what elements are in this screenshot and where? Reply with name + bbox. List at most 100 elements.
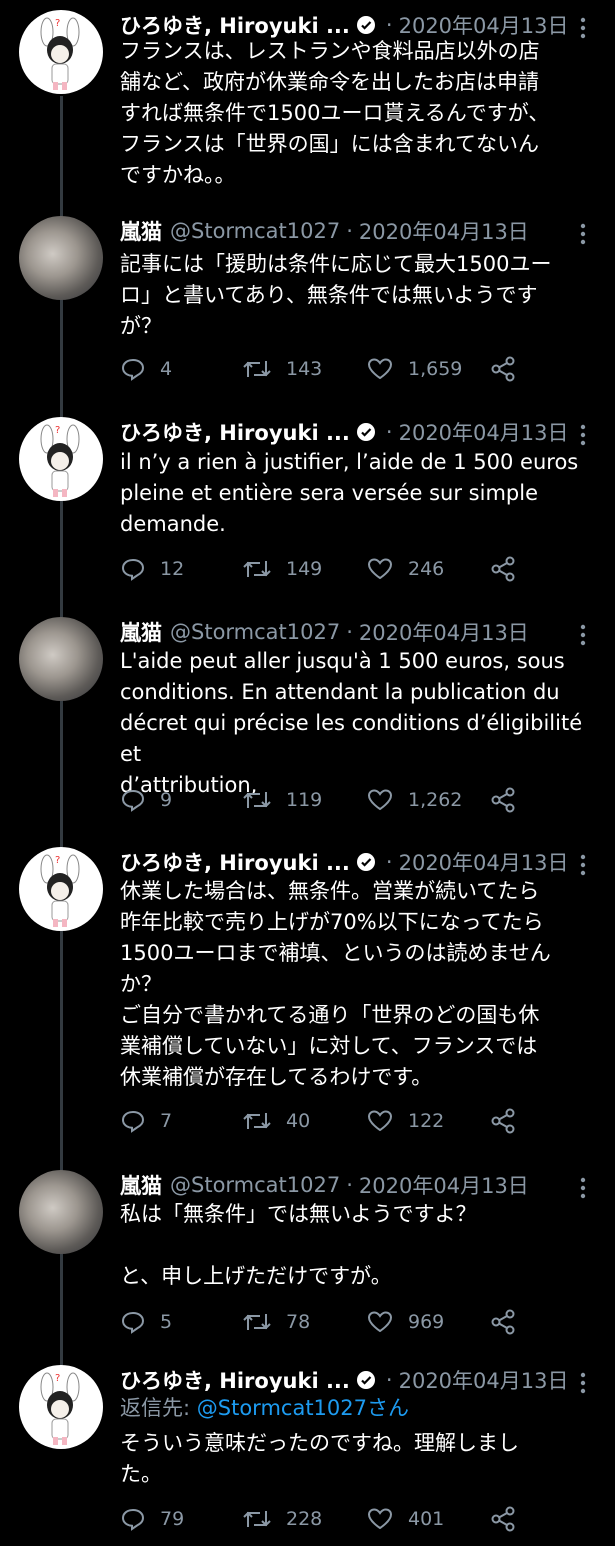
tweet-actions: 9 119 1,262	[120, 785, 540, 815]
tweet-text: 記事には「援助は条件に応じて最大1500ユー ロ」と書いてあり、無条件では無いよ…	[120, 252, 552, 338]
avatar[interactable]: ?	[19, 1365, 103, 1449]
avatar[interactable]	[19, 1170, 103, 1254]
reply-count: 9	[160, 789, 173, 811]
like-count: 401	[408, 1508, 445, 1530]
separator-dot: ·	[385, 420, 393, 444]
avatar[interactable]	[19, 216, 103, 300]
retweet-icon	[243, 1113, 271, 1129]
reply-count: 5	[160, 1311, 173, 1333]
retweet-button[interactable]: 119	[242, 785, 322, 815]
reply-count: 7	[160, 1110, 173, 1132]
display-name[interactable]: 嵐猫	[120, 1170, 162, 1200]
retweet-count: 143	[286, 358, 323, 380]
display-name[interactable]: 嵐猫	[120, 617, 162, 647]
retweet-button[interactable]: 78	[242, 1307, 310, 1337]
svg-text:?: ?	[55, 1373, 60, 1384]
share-button[interactable]	[490, 1106, 532, 1136]
separator-dot: ·	[346, 620, 353, 644]
retweet-count: 40	[286, 1110, 311, 1132]
retweet-button[interactable]: 228	[242, 1504, 322, 1534]
display-name[interactable]: 嵐猫	[120, 216, 162, 246]
tweet-date[interactable]: 2020年04月13日	[399, 847, 569, 877]
tweet-date[interactable]: 2020年04月13日	[399, 1365, 569, 1395]
avatar[interactable]: ?	[19, 847, 103, 931]
display-name[interactable]: ひろゆき, Hiroyuki ...	[120, 417, 350, 447]
reply-button[interactable]: 5	[120, 1307, 172, 1337]
separator-dot: ·	[346, 219, 353, 243]
tweet-text: フランスは、レストランや食料品店以外の店 舗など、政府が休業命令を出したお店は申…	[120, 39, 550, 187]
user-handle[interactable]: @Stormcat1027	[170, 620, 340, 644]
share-icon	[491, 787, 515, 813]
separator-dot: ·	[385, 850, 393, 874]
display-name[interactable]: ひろゆき, Hiroyuki ...	[120, 847, 350, 877]
share-button[interactable]	[490, 1307, 532, 1337]
share-icon	[491, 556, 515, 582]
reply-count: 12	[160, 558, 185, 580]
retweet-icon	[243, 792, 271, 808]
tweet-date[interactable]: 2020年04月13日	[399, 417, 569, 447]
user-handle[interactable]: @Stormcat1027	[170, 1173, 340, 1197]
tweet-actions: 4 143 1,659	[120, 354, 540, 384]
separator-dot: ·	[385, 13, 393, 37]
verified-badge-icon	[356, 1370, 376, 1390]
share-button[interactable]	[490, 554, 532, 584]
like-button[interactable]: 122	[366, 1106, 444, 1136]
more-options-icon[interactable]	[575, 1176, 591, 1200]
share-icon	[491, 1506, 515, 1532]
display-name[interactable]: ひろゆき, Hiroyuki ...	[120, 1365, 350, 1395]
retweet-button[interactable]: 149	[242, 554, 322, 584]
reply-button[interactable]: 7	[120, 1106, 172, 1136]
retweet-count: 149	[286, 558, 323, 580]
like-button[interactable]: 1,659	[366, 354, 462, 384]
share-button[interactable]	[490, 785, 532, 815]
like-button[interactable]: 1,262	[366, 785, 462, 815]
heart-icon	[367, 558, 393, 580]
like-button[interactable]: 401	[366, 1504, 444, 1534]
svg-text:?: ?	[55, 855, 60, 866]
retweet-icon	[243, 561, 271, 577]
avatar[interactable]	[19, 617, 103, 701]
separator-dot: ·	[346, 1173, 353, 1197]
tweet-header: ひろゆき, Hiroyuki ... · 2020年04月13日	[120, 415, 568, 449]
more-options-icon[interactable]	[575, 853, 591, 877]
tweet-header: ひろゆき, Hiroyuki ... · 2020年04月13日	[120, 845, 568, 879]
separator-dot: ·	[385, 1368, 393, 1392]
tweet-date[interactable]: 2020年04月13日	[359, 216, 529, 246]
reply-icon	[121, 1311, 145, 1334]
share-icon	[491, 1108, 515, 1134]
tweet-header: 嵐猫 @Stormcat1027 · 2020年04月13日	[120, 214, 529, 248]
reply-button[interactable]: 79	[120, 1504, 184, 1534]
retweet-button[interactable]: 143	[242, 354, 322, 384]
retweet-icon	[243, 1314, 271, 1330]
share-button[interactable]	[490, 1504, 532, 1534]
reply-icon	[121, 1508, 145, 1531]
tweet-actions: 79 228 401	[120, 1504, 540, 1534]
retweet-count: 119	[286, 789, 323, 811]
tweet-actions: 7 40 122	[120, 1106, 540, 1136]
user-handle[interactable]: @Stormcat1027	[170, 219, 340, 243]
more-options-icon[interactable]	[575, 423, 591, 447]
heart-icon	[367, 1110, 393, 1132]
heart-icon	[367, 1311, 393, 1333]
tweet-text: 休業した場合は、無条件。営業が続いてたら 昨年比較で売り上げが70%以下になって…	[120, 879, 551, 1089]
retweet-button[interactable]: 40	[242, 1106, 310, 1136]
reply-button[interactable]: 12	[120, 554, 184, 584]
like-button[interactable]: 246	[366, 554, 444, 584]
reply-button[interactable]: 9	[120, 785, 172, 815]
reply-context: 返信先: @Stormcat1027さん	[120, 1393, 600, 1424]
reply-to-label: 返信先:	[120, 1396, 197, 1420]
avatar[interactable]: ?	[19, 10, 103, 94]
mention-link[interactable]: @Stormcat1027さん	[197, 1396, 409, 1420]
heart-icon	[367, 358, 393, 380]
svg-text:?: ?	[55, 18, 60, 29]
reply-button[interactable]: 4	[120, 354, 172, 384]
tweet-date[interactable]: 2020年04月13日	[359, 1170, 529, 1200]
tweet-date[interactable]: 2020年04月13日	[359, 617, 529, 647]
more-options-icon[interactable]	[575, 623, 591, 647]
more-options-icon[interactable]	[575, 1371, 591, 1395]
like-button[interactable]: 969	[366, 1307, 444, 1337]
share-button[interactable]	[490, 354, 532, 384]
avatar[interactable]: ?	[19, 417, 103, 501]
more-options-icon[interactable]	[575, 222, 591, 246]
like-count: 122	[408, 1110, 445, 1132]
